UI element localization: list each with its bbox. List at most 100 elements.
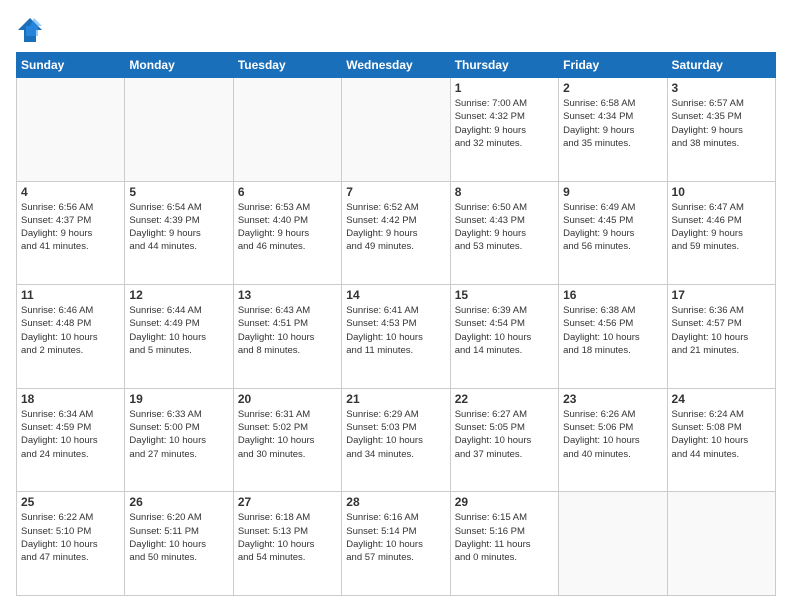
calendar-cell: 12 Sunrise: 6:44 AM Sunset: 4:49 PM Dayli… <box>125 285 233 389</box>
day-info: Sunrise: 6:18 AM Sunset: 5:13 PM Dayligh… <box>238 511 337 564</box>
day-info: Sunrise: 6:26 AM Sunset: 5:06 PM Dayligh… <box>563 408 662 461</box>
calendar-cell: 8 Sunrise: 6:50 AM Sunset: 4:43 PM Daylig… <box>450 181 558 285</box>
calendar-header-sunday: Sunday <box>17 53 125 78</box>
day-info: Sunrise: 6:46 AM Sunset: 4:48 PM Dayligh… <box>21 304 120 357</box>
calendar-cell: 26 Sunrise: 6:20 AM Sunset: 5:11 PM Dayli… <box>125 492 233 596</box>
calendar-cell: 25 Sunrise: 6:22 AM Sunset: 5:10 PM Dayli… <box>17 492 125 596</box>
day-number: 16 <box>563 288 662 302</box>
day-number: 2 <box>563 81 662 95</box>
calendar-cell: 18 Sunrise: 6:34 AM Sunset: 4:59 PM Dayli… <box>17 388 125 492</box>
calendar-header-friday: Friday <box>559 53 667 78</box>
day-number: 18 <box>21 392 120 406</box>
day-number: 26 <box>129 495 228 509</box>
day-number: 21 <box>346 392 445 406</box>
calendar-cell: 11 Sunrise: 6:46 AM Sunset: 4:48 PM Dayli… <box>17 285 125 389</box>
day-number: 20 <box>238 392 337 406</box>
day-number: 13 <box>238 288 337 302</box>
calendar-week-5: 25 Sunrise: 6:22 AM Sunset: 5:10 PM Dayli… <box>17 492 776 596</box>
calendar-cell <box>667 492 775 596</box>
logo <box>16 16 48 44</box>
calendar-cell: 9 Sunrise: 6:49 AM Sunset: 4:45 PM Daylig… <box>559 181 667 285</box>
day-info: Sunrise: 6:29 AM Sunset: 5:03 PM Dayligh… <box>346 408 445 461</box>
calendar-cell: 24 Sunrise: 6:24 AM Sunset: 5:08 PM Dayli… <box>667 388 775 492</box>
calendar-cell: 27Sunrise: 6:18 AM Sunset: 5:13 PM Dayli… <box>233 492 341 596</box>
calendar-cell: 14Sunrise: 6:41 AM Sunset: 4:53 PM Dayli… <box>342 285 450 389</box>
day-info: Sunrise: 6:24 AM Sunset: 5:08 PM Dayligh… <box>672 408 771 461</box>
calendar-header-row: SundayMondayTuesdayWednesdayThursdayFrid… <box>17 53 776 78</box>
day-info: Sunrise: 6:31 AM Sunset: 5:02 PM Dayligh… <box>238 408 337 461</box>
calendar-header-saturday: Saturday <box>667 53 775 78</box>
day-info: Sunrise: 6:16 AM Sunset: 5:14 PM Dayligh… <box>346 511 445 564</box>
calendar-cell: 3 Sunrise: 6:57 AM Sunset: 4:35 PM Daylig… <box>667 78 775 182</box>
day-number: 15 <box>455 288 554 302</box>
day-info: Sunrise: 6:49 AM Sunset: 4:45 PM Dayligh… <box>563 201 662 254</box>
day-info: Sunrise: 6:43 AM Sunset: 4:51 PM Dayligh… <box>238 304 337 357</box>
day-info: Sunrise: 6:56 AM Sunset: 4:37 PM Dayligh… <box>21 201 120 254</box>
calendar-header-tuesday: Tuesday <box>233 53 341 78</box>
calendar-header-monday: Monday <box>125 53 233 78</box>
day-number: 28 <box>346 495 445 509</box>
day-number: 11 <box>21 288 120 302</box>
day-info: Sunrise: 6:58 AM Sunset: 4:34 PM Dayligh… <box>563 97 662 150</box>
calendar-cell <box>342 78 450 182</box>
calendar-week-3: 11 Sunrise: 6:46 AM Sunset: 4:48 PM Dayli… <box>17 285 776 389</box>
day-info: Sunrise: 6:53 AM Sunset: 4:40 PM Dayligh… <box>238 201 337 254</box>
day-info: Sunrise: 6:57 AM Sunset: 4:35 PM Dayligh… <box>672 97 771 150</box>
day-number: 24 <box>672 392 771 406</box>
day-info: Sunrise: 7:00 AM Sunset: 4:32 PM Dayligh… <box>455 97 554 150</box>
calendar-cell: 1 Sunrise: 7:00 AM Sunset: 4:32 PM Daylig… <box>450 78 558 182</box>
day-info: Sunrise: 6:33 AM Sunset: 5:00 PM Dayligh… <box>129 408 228 461</box>
day-number: 14 <box>346 288 445 302</box>
day-info: Sunrise: 6:34 AM Sunset: 4:59 PM Dayligh… <box>21 408 120 461</box>
calendar-week-2: 4 Sunrise: 6:56 AM Sunset: 4:37 PM Daylig… <box>17 181 776 285</box>
day-number: 5 <box>129 185 228 199</box>
header <box>16 16 776 44</box>
day-number: 9 <box>563 185 662 199</box>
calendar-table: SundayMondayTuesdayWednesdayThursdayFrid… <box>16 52 776 596</box>
calendar-cell: 17 Sunrise: 6:36 AM Sunset: 4:57 PM Dayli… <box>667 285 775 389</box>
calendar-cell: 16 Sunrise: 6:38 AM Sunset: 4:56 PM Dayli… <box>559 285 667 389</box>
day-info: Sunrise: 6:44 AM Sunset: 4:49 PM Dayligh… <box>129 304 228 357</box>
calendar-cell <box>17 78 125 182</box>
day-number: 19 <box>129 392 228 406</box>
calendar-cell: 2 Sunrise: 6:58 AM Sunset: 4:34 PM Daylig… <box>559 78 667 182</box>
day-info: Sunrise: 6:15 AM Sunset: 5:16 PM Dayligh… <box>455 511 554 564</box>
day-number: 1 <box>455 81 554 95</box>
calendar-cell: 28 Sunrise: 6:16 AM Sunset: 5:14 PM Dayli… <box>342 492 450 596</box>
calendar-cell: 23 Sunrise: 6:26 AM Sunset: 5:06 PM Dayli… <box>559 388 667 492</box>
day-number: 10 <box>672 185 771 199</box>
calendar-cell <box>125 78 233 182</box>
day-number: 12 <box>129 288 228 302</box>
calendar-cell: 7Sunrise: 6:52 AM Sunset: 4:42 PM Daylig… <box>342 181 450 285</box>
day-number: 25 <box>21 495 120 509</box>
calendar-cell: 10Sunrise: 6:47 AM Sunset: 4:46 PM Dayli… <box>667 181 775 285</box>
day-info: Sunrise: 6:27 AM Sunset: 5:05 PM Dayligh… <box>455 408 554 461</box>
calendar-cell: 22 Sunrise: 6:27 AM Sunset: 5:05 PM Dayli… <box>450 388 558 492</box>
calendar-cell: 21 Sunrise: 6:29 AM Sunset: 5:03 PM Dayli… <box>342 388 450 492</box>
day-number: 17 <box>672 288 771 302</box>
day-info: Sunrise: 6:39 AM Sunset: 4:54 PM Dayligh… <box>455 304 554 357</box>
day-info: Sunrise: 6:52 AM Sunset: 4:42 PM Dayligh… <box>346 201 445 254</box>
day-info: Sunrise: 6:20 AM Sunset: 5:11 PM Dayligh… <box>129 511 228 564</box>
calendar-week-4: 18 Sunrise: 6:34 AM Sunset: 4:59 PM Dayli… <box>17 388 776 492</box>
day-number: 3 <box>672 81 771 95</box>
calendar-cell <box>559 492 667 596</box>
day-info: Sunrise: 6:50 AM Sunset: 4:43 PM Dayligh… <box>455 201 554 254</box>
day-number: 22 <box>455 392 554 406</box>
calendar-cell: 20 Sunrise: 6:31 AM Sunset: 5:02 PM Dayli… <box>233 388 341 492</box>
day-info: Sunrise: 6:38 AM Sunset: 4:56 PM Dayligh… <box>563 304 662 357</box>
calendar-week-1: 1 Sunrise: 7:00 AM Sunset: 4:32 PM Daylig… <box>17 78 776 182</box>
day-info: Sunrise: 6:22 AM Sunset: 5:10 PM Dayligh… <box>21 511 120 564</box>
day-info: Sunrise: 6:54 AM Sunset: 4:39 PM Dayligh… <box>129 201 228 254</box>
logo-icon <box>16 16 44 44</box>
calendar-header-thursday: Thursday <box>450 53 558 78</box>
calendar-cell: 6 Sunrise: 6:53 AM Sunset: 4:40 PM Daylig… <box>233 181 341 285</box>
page: SundayMondayTuesdayWednesdayThursdayFrid… <box>0 0 792 612</box>
day-number: 4 <box>21 185 120 199</box>
day-number: 23 <box>563 392 662 406</box>
calendar-cell: 13 Sunrise: 6:43 AM Sunset: 4:51 PM Dayli… <box>233 285 341 389</box>
day-number: 6 <box>238 185 337 199</box>
day-number: 8 <box>455 185 554 199</box>
day-info: Sunrise: 6:36 AM Sunset: 4:57 PM Dayligh… <box>672 304 771 357</box>
calendar-cell: 15 Sunrise: 6:39 AM Sunset: 4:54 PM Dayli… <box>450 285 558 389</box>
